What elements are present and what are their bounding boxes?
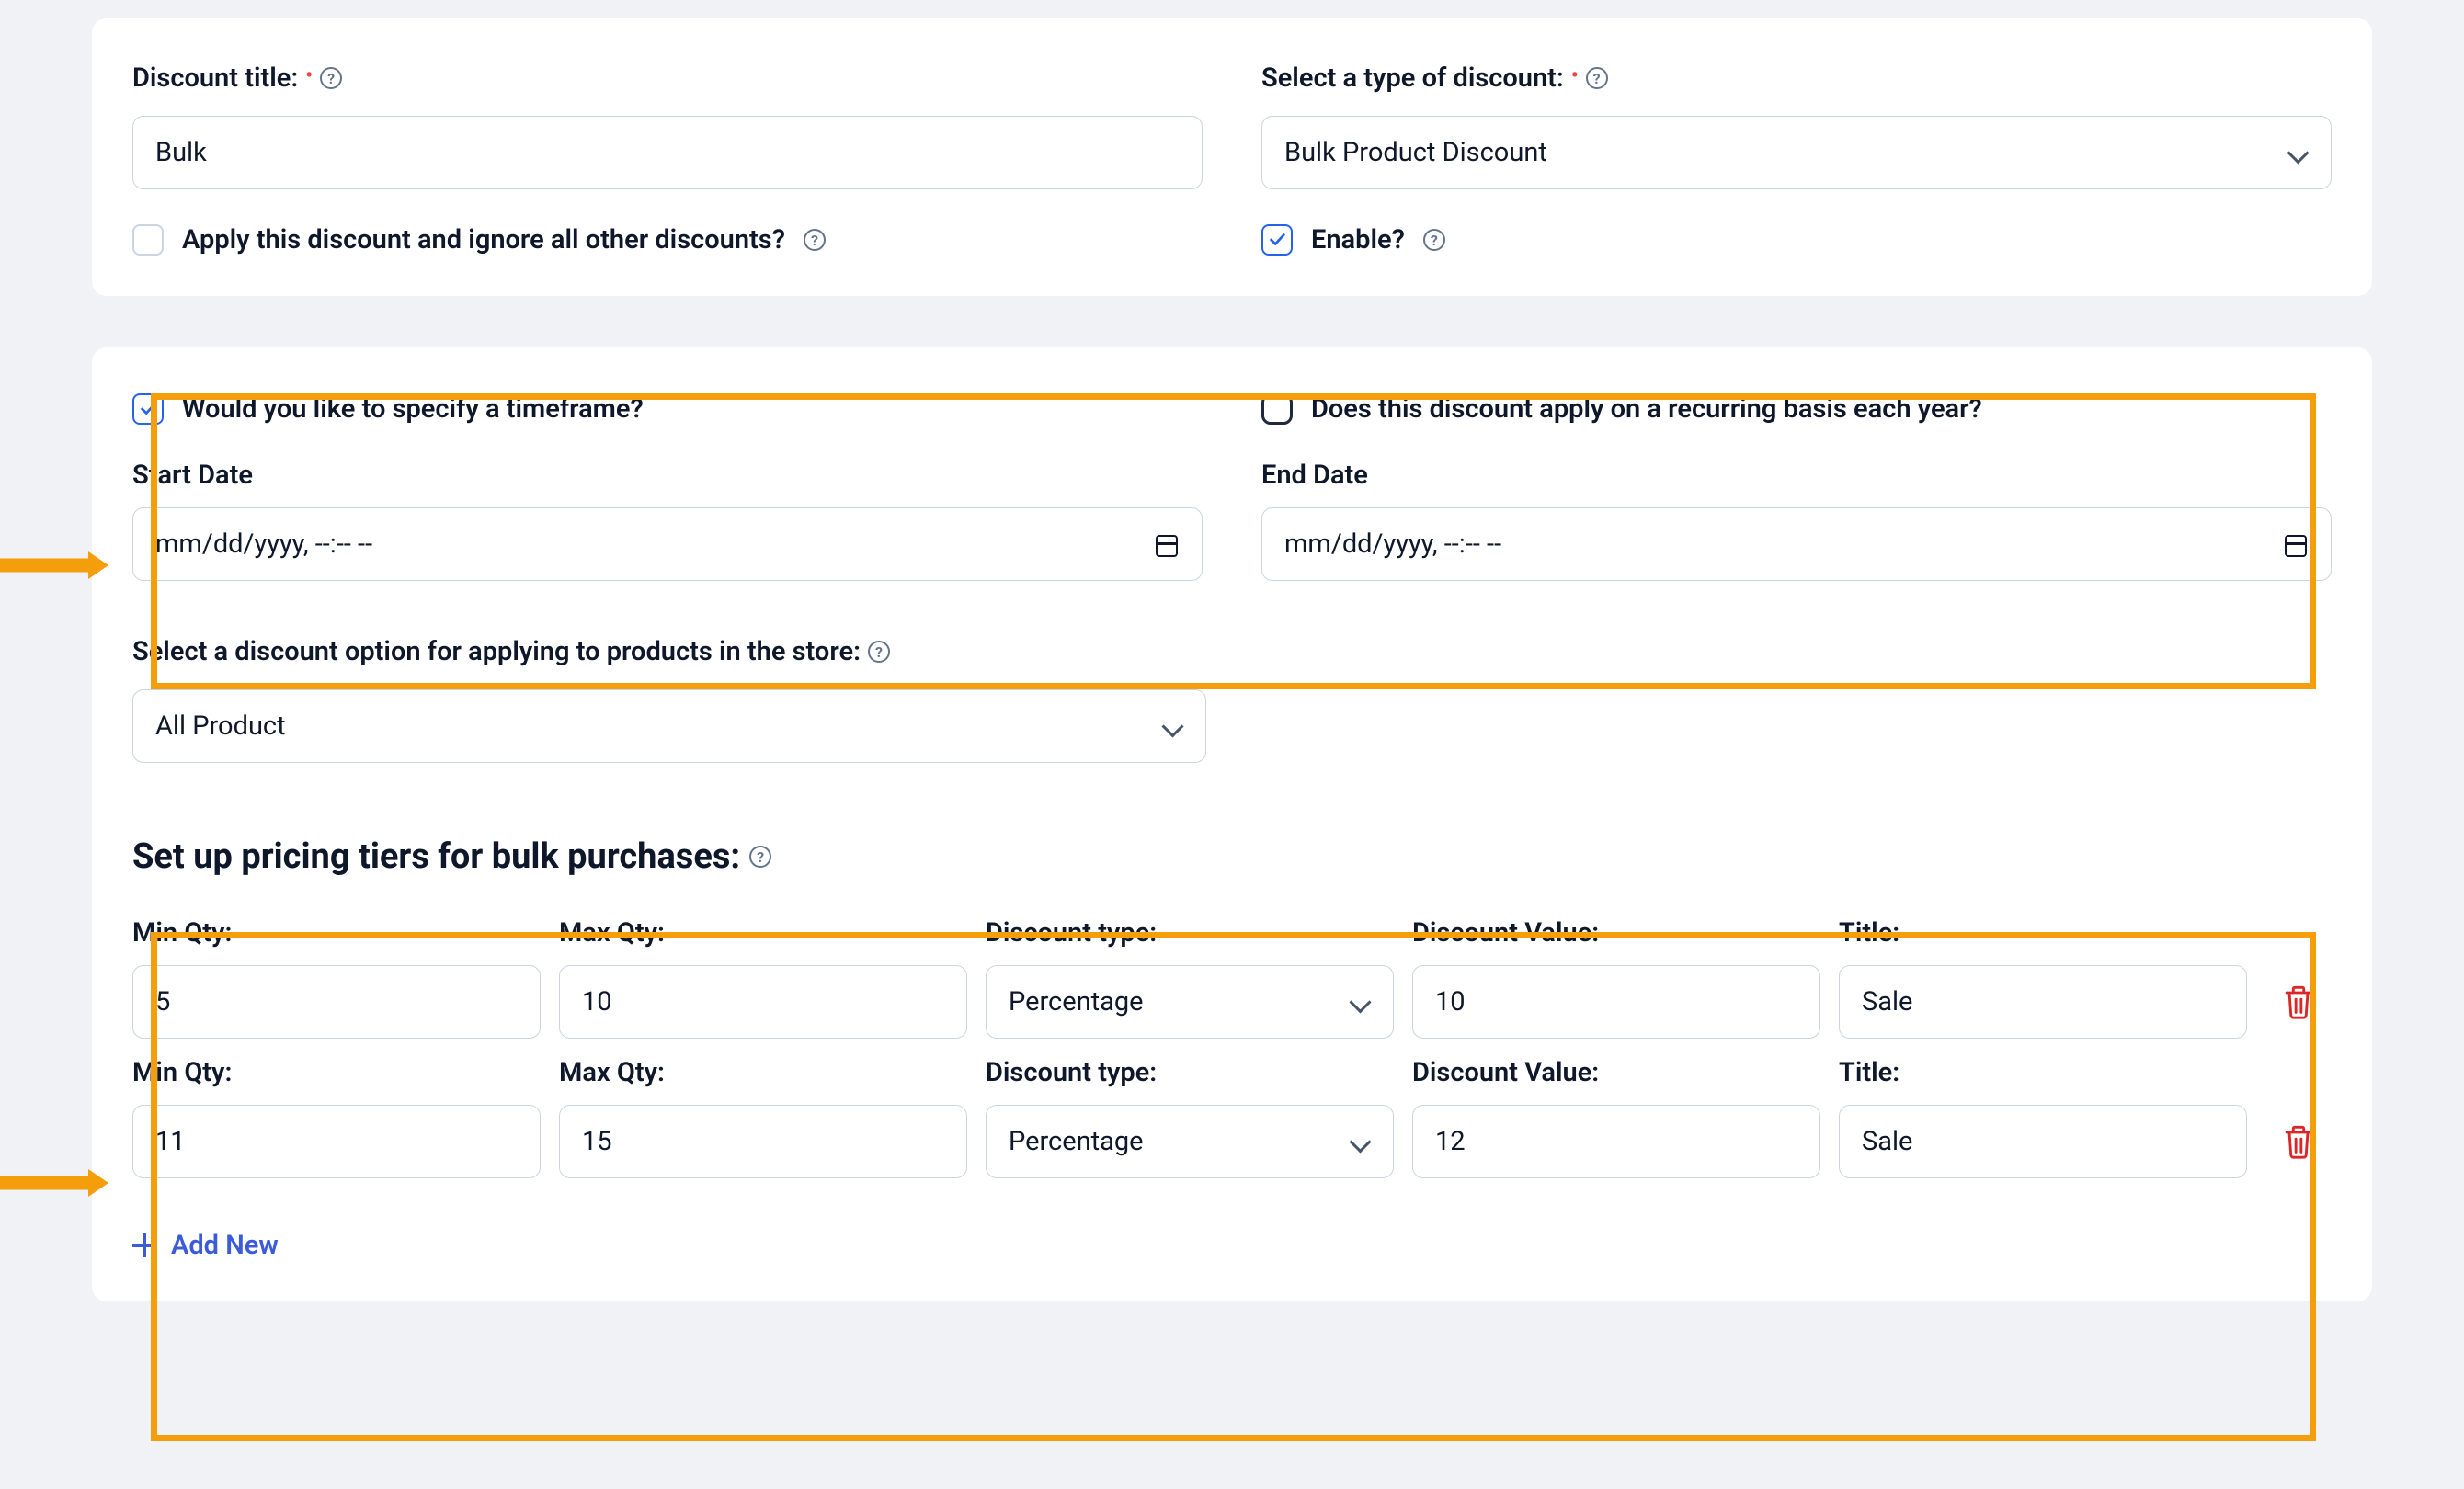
tier-max-header: Max Qty: (559, 1057, 967, 1088)
end-date-group: End Date mm/dd/yyyy, --:-- -- (1261, 460, 2332, 581)
tier-max-input[interactable]: 10 (559, 965, 967, 1039)
calendar-icon (1154, 531, 1180, 557)
end-date-input[interactable]: mm/dd/yyyy, --:-- -- (1261, 507, 2332, 581)
chevron-down-icon (1161, 715, 1183, 737)
discount-type-group: Select a type of discount: • Bulk Produc… (1261, 63, 2332, 189)
recurring-checkbox[interactable] (1261, 393, 1293, 425)
discount-type-select[interactable]: Bulk Product Discount (1261, 116, 2332, 189)
tier-value-header: Discount Value: (1412, 917, 1820, 949)
tiers-heading-text: Set up pricing tiers for bulk purchases: (132, 836, 740, 877)
tier-title-input[interactable]: Sale (1839, 1105, 2247, 1178)
tier-max-input[interactable]: 15 (559, 1105, 967, 1178)
discount-option-label: Select a discount option for applying to… (132, 636, 2332, 667)
discount-basic-card: Discount title: • Bulk Select a type of … (92, 18, 2372, 296)
add-new-label: Add New (171, 1230, 279, 1261)
delete-tier-button[interactable] (2282, 1123, 2315, 1160)
recurring-row: Does this discount apply on a recurring … (1261, 393, 2332, 425)
discount-option-group: Select a discount option for applying to… (132, 636, 2332, 763)
tier-type-select[interactable]: Percentage (986, 965, 1394, 1039)
tier-header-row: Min Qty: Max Qty: Discount type: Discoun… (132, 1057, 2332, 1088)
enable-label: Enable? (1311, 224, 1405, 256)
specify-timeframe-row: Would you like to specify a timeframe? (132, 393, 1203, 425)
specify-timeframe-label: Would you like to specify a timeframe? (182, 393, 644, 425)
arrow-icon (0, 551, 108, 579)
required-marker: • (305, 66, 313, 86)
tier-min-input[interactable]: 11 (132, 1105, 541, 1178)
discount-option-label-text: Select a discount option for applying to… (132, 636, 861, 667)
tier-title-input[interactable]: Sale (1839, 965, 2247, 1039)
enable-row: Enable? (1261, 224, 2332, 256)
chevron-down-icon (1349, 1131, 1371, 1153)
chevron-down-icon (1349, 991, 1371, 1013)
tier-type-value: Percentage (1009, 1126, 1144, 1157)
discount-title-value: Bulk (155, 137, 207, 168)
discount-title-input[interactable]: Bulk (132, 116, 1203, 189)
discount-type-value: Bulk Product Discount (1284, 137, 1547, 168)
tier-value-input[interactable]: 10 (1412, 965, 1820, 1039)
enable-checkbox[interactable] (1261, 224, 1293, 256)
help-icon[interactable] (749, 846, 771, 868)
add-new-button[interactable]: Add New (132, 1230, 279, 1261)
tier-table: Min Qty: Max Qty: Discount type: Discoun… (132, 917, 2332, 1178)
help-icon[interactable] (868, 641, 890, 663)
tier-row: 11 15 Percentage 12 Sale (132, 1105, 2332, 1178)
discount-option-value: All Product (155, 710, 286, 742)
tier-type-header: Discount type: (986, 1057, 1394, 1088)
start-date-value: mm/dd/yyyy, --:-- -- (155, 529, 372, 560)
help-icon[interactable] (1586, 67, 1608, 89)
discount-title-label: Discount title: • (132, 63, 1203, 94)
ignore-others-label: Apply this discount and ignore all other… (182, 224, 785, 256)
tier-type-select[interactable]: Percentage (986, 1105, 1394, 1178)
discount-option-select[interactable]: All Product (132, 689, 1206, 763)
ignore-others-row: Apply this discount and ignore all other… (132, 224, 1203, 256)
ignore-others-checkbox[interactable] (132, 224, 164, 256)
tier-row: 5 10 Percentage 10 Sale (132, 965, 2332, 1039)
trash-icon (2282, 983, 2315, 1020)
discount-title-label-text: Discount title: (132, 63, 298, 94)
tier-value-input[interactable]: 12 (1412, 1105, 1820, 1178)
start-date-group: Start Date mm/dd/yyyy, --:-- -- (132, 460, 1203, 581)
arrow-icon (0, 1169, 108, 1197)
discount-type-label-text: Select a type of discount: (1261, 63, 1564, 94)
tier-value-header: Discount Value: (1412, 1057, 1820, 1088)
tier-header-row: Min Qty: Max Qty: Discount type: Discoun… (132, 917, 2332, 949)
tier-type-header: Discount type: (986, 917, 1394, 949)
trash-icon (2282, 1123, 2315, 1160)
discount-type-label: Select a type of discount: • (1261, 63, 2332, 94)
discount-title-group: Discount title: • Bulk (132, 63, 1203, 189)
discount-details-card: Would you like to specify a timeframe? D… (92, 347, 2372, 1301)
tier-title-header: Title: (1839, 917, 2247, 949)
start-date-label: Start Date (132, 460, 1203, 491)
tier-type-value: Percentage (1009, 986, 1144, 1017)
help-icon[interactable] (804, 229, 826, 251)
tier-min-header: Min Qty: (132, 917, 541, 949)
tiers-heading: Set up pricing tiers for bulk purchases: (132, 836, 2332, 877)
help-icon[interactable] (1423, 229, 1445, 251)
specify-timeframe-checkbox[interactable] (132, 393, 164, 425)
chevron-down-icon (2287, 142, 2309, 164)
start-date-input[interactable]: mm/dd/yyyy, --:-- -- (132, 507, 1203, 581)
recurring-label: Does this discount apply on a recurring … (1311, 393, 1982, 425)
tier-min-input[interactable]: 5 (132, 965, 541, 1039)
help-icon[interactable] (320, 67, 342, 89)
plus-icon (132, 1233, 156, 1257)
calendar-icon (2283, 531, 2309, 557)
end-date-value: mm/dd/yyyy, --:-- -- (1284, 529, 1501, 560)
tier-min-header: Min Qty: (132, 1057, 541, 1088)
tier-title-header: Title: (1839, 1057, 2247, 1088)
end-date-label: End Date (1261, 460, 2332, 491)
required-marker: • (1571, 66, 1579, 86)
tier-max-header: Max Qty: (559, 917, 967, 949)
delete-tier-button[interactable] (2282, 983, 2315, 1020)
